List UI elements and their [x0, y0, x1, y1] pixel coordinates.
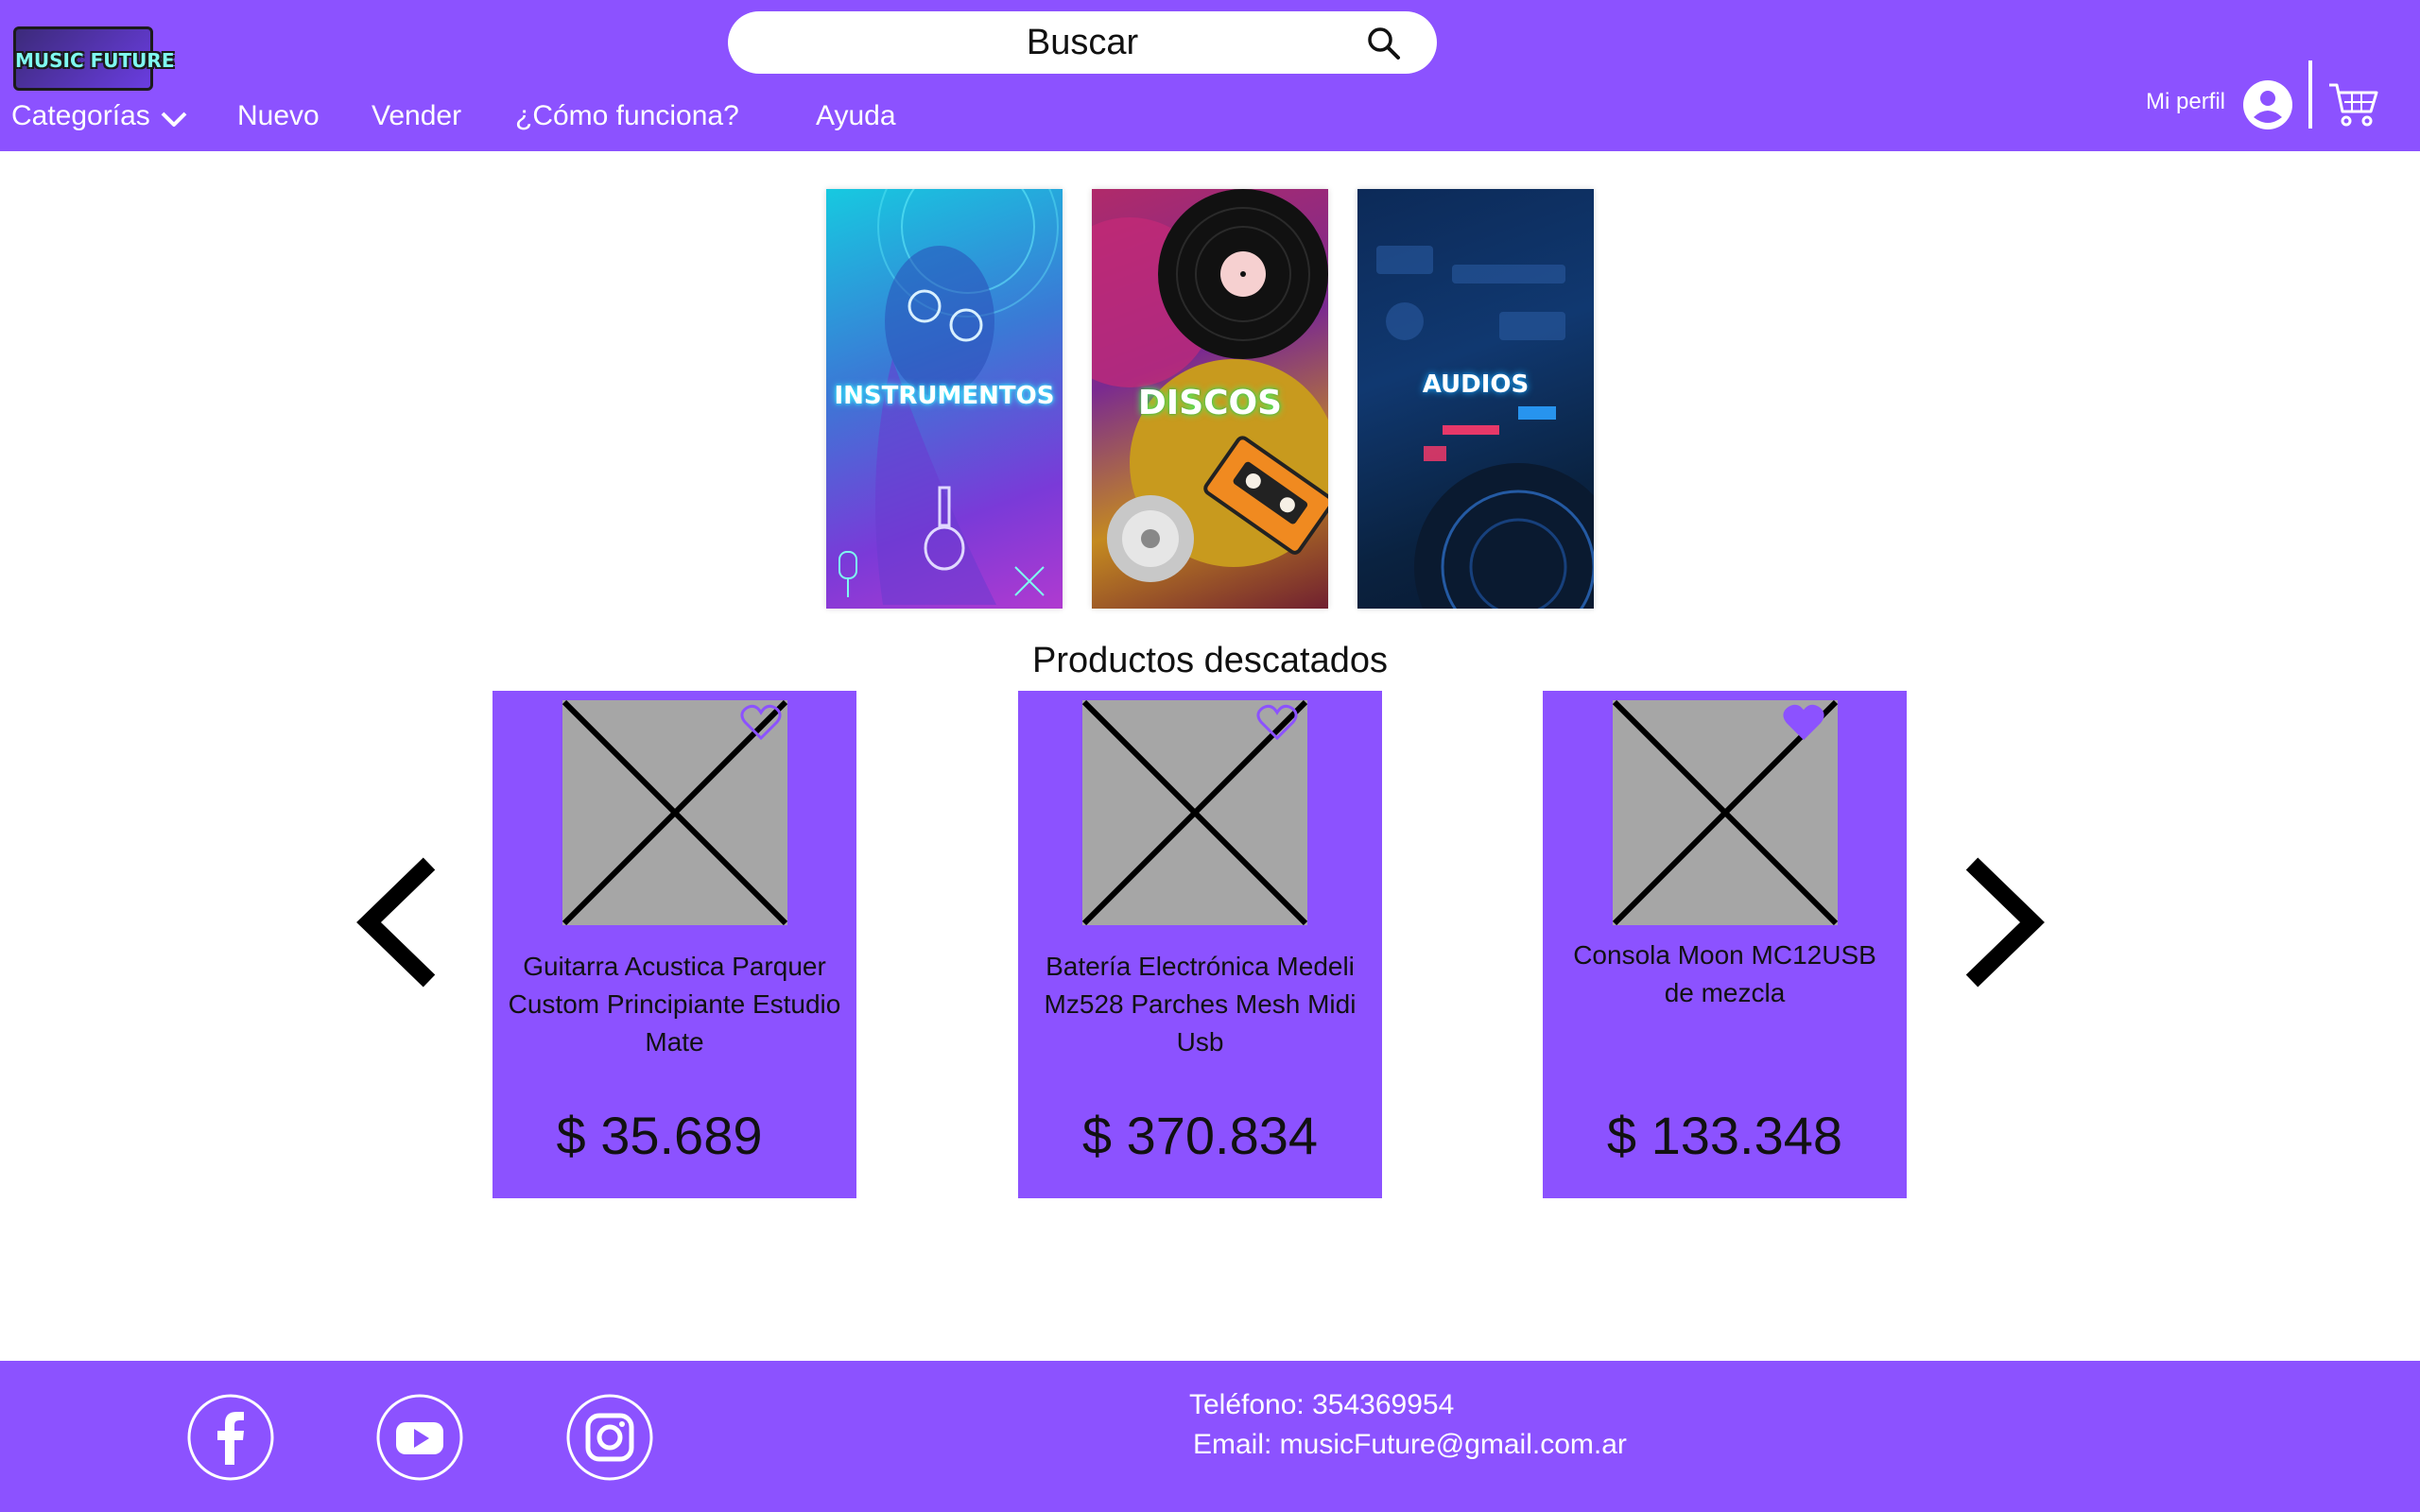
nav-categorias[interactable]: Categorías — [11, 100, 150, 132]
heart-icon[interactable] — [1256, 704, 1298, 742]
category-card-discos[interactable]: DISCOS — [1092, 189, 1328, 609]
arrow-left-icon[interactable] — [354, 856, 444, 988]
product-name[interactable]: Guitarra Acustica Parquer Custom Princip… — [506, 948, 843, 1061]
arrow-right-icon[interactable] — [1957, 856, 2048, 988]
featured-title: Productos descatados — [1031, 641, 1388, 680]
search-input[interactable] — [728, 11, 1437, 74]
category-label-discos: DISCOS — [1137, 384, 1283, 422]
header-divider — [2308, 60, 2312, 129]
nav-como-funciona[interactable]: ¿Cómo funciona? — [515, 100, 739, 132]
product-card[interactable]: Consola Moon MC12USB de mezcla $ 133.348 — [1543, 691, 1907, 1198]
category-card-audios[interactable]: AUDIOS — [1357, 189, 1594, 609]
product-card[interactable]: Guitarra Acustica Parquer Custom Princip… — [493, 691, 856, 1198]
nav-nuevo[interactable]: Nuevo — [237, 100, 320, 132]
product-name[interactable]: Consola Moon MC12USB de mezcla — [1556, 936, 1893, 1012]
search-icon[interactable] — [1365, 25, 1403, 62]
product-price: $ 35.689 — [556, 1106, 763, 1165]
category-card-instrumentos[interactable]: INSTRUMENTOS — [826, 189, 1063, 609]
product-price: $ 133.348 — [1606, 1106, 1843, 1165]
youtube-icon[interactable] — [375, 1393, 464, 1482]
user-icon[interactable] — [2242, 79, 2293, 130]
header: MUSIC FUTURE Categorías Nuevo Vender ¿Có… — [0, 0, 2420, 151]
footer-email[interactable]: Email: musicFuture@gmail.com.ar — [1193, 1429, 1627, 1461]
search-bar — [728, 11, 1437, 74]
facebook-icon[interactable] — [186, 1393, 275, 1482]
nav-vender[interactable]: Vender — [372, 100, 461, 132]
category-label-audios: AUDIOS — [1422, 370, 1530, 399]
footer-phone: Teléfono: 354369954 — [1189, 1389, 1455, 1420]
chevron-down-icon[interactable] — [159, 106, 189, 132]
instagram-icon[interactable] — [565, 1393, 654, 1482]
cart-icon[interactable] — [2327, 79, 2378, 129]
heart-icon[interactable] — [740, 704, 782, 742]
logo[interactable]: MUSIC FUTURE — [2, 0, 175, 113]
product-card[interactable]: Batería Electrónica Medeli Mz528 Parches… — [1018, 691, 1382, 1198]
heart-icon[interactable] — [1783, 704, 1824, 742]
logo-text: MUSIC FUTURE — [15, 49, 175, 72]
profile-link[interactable]: Mi perfil — [2146, 89, 2225, 115]
product-name[interactable]: Batería Electrónica Medeli Mz528 Parches… — [1031, 948, 1369, 1061]
category-label-instrumentos: INSTRUMENTOS — [834, 382, 1055, 410]
audios-artwork — [1376, 246, 1594, 609]
product-price: $ 370.834 — [1081, 1106, 1319, 1165]
nav-ayuda[interactable]: Ayuda — [816, 100, 896, 132]
